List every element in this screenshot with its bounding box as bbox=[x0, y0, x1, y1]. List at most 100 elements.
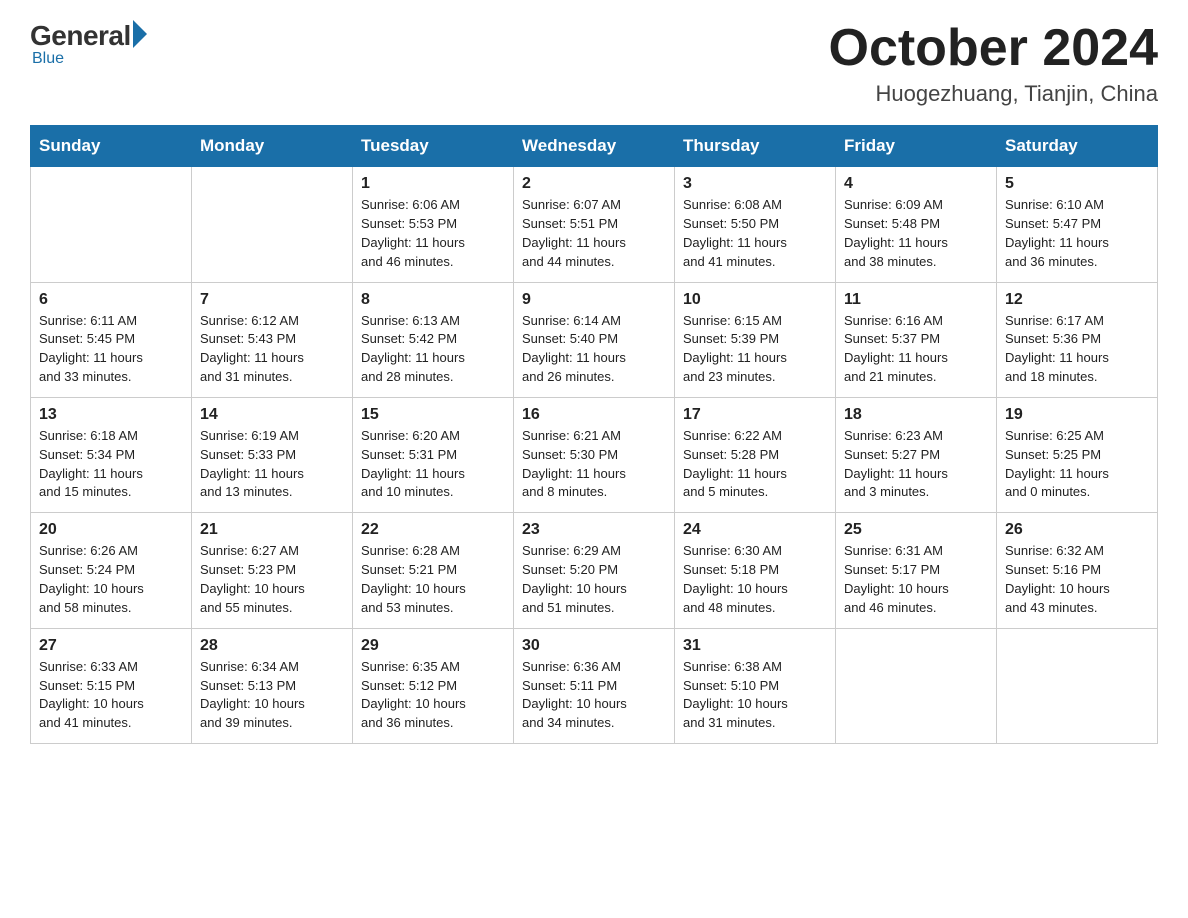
calendar-cell: 19 Sunrise: 6:25 AM Sunset: 5:25 PM Dayli… bbox=[997, 397, 1158, 512]
calendar-cell bbox=[192, 167, 353, 282]
calendar-cell: 12Sunrise: 6:17 AM Sunset: 5:36 PM Dayli… bbox=[997, 282, 1158, 397]
calendar-cell: 25Sunrise: 6:31 AM Sunset: 5:17 PM Dayli… bbox=[836, 513, 997, 628]
logo-general-text: General bbox=[30, 20, 131, 52]
calendar-cell bbox=[31, 167, 192, 282]
day-info: Sunrise: 6:28 AM Sunset: 5:21 PM Dayligh… bbox=[361, 543, 466, 615]
day-info: Sunrise: 6:35 AM Sunset: 5:12 PM Dayligh… bbox=[361, 659, 466, 731]
page-header: General Blue October 2024 Huogezhuang, T… bbox=[30, 20, 1158, 107]
day-number: 20 bbox=[39, 521, 183, 539]
day-info: Sunrise: 6:18 AM Sunset: 5:34 PM Dayligh… bbox=[39, 428, 143, 500]
day-number: 24 bbox=[683, 521, 827, 539]
day-number: 5 bbox=[1005, 175, 1149, 193]
day-number: 27 bbox=[39, 637, 183, 655]
logo: General Blue bbox=[30, 20, 147, 68]
calendar-week-row: 6 Sunrise: 6:11 AM Sunset: 5:45 PM Daylig… bbox=[31, 282, 1158, 397]
day-number: 30 bbox=[522, 637, 666, 655]
calendar-week-row: 20 Sunrise: 6:26 AM Sunset: 5:24 PM Dayli… bbox=[31, 513, 1158, 628]
day-number: 19 bbox=[1005, 406, 1149, 424]
day-info: Sunrise: 6:26 AM Sunset: 5:24 PM Dayligh… bbox=[39, 543, 144, 615]
day-number: 14 bbox=[200, 406, 344, 424]
day-number: 26 bbox=[1005, 521, 1149, 539]
day-info: Sunrise: 6:17 AM Sunset: 5:36 PM Dayligh… bbox=[1005, 313, 1109, 385]
day-info: Sunrise: 6:11 AM Sunset: 5:45 PM Dayligh… bbox=[39, 313, 143, 385]
day-info: Sunrise: 6:22 AM Sunset: 5:28 PM Dayligh… bbox=[683, 428, 787, 500]
header-monday: Monday bbox=[192, 126, 353, 167]
day-info: Sunrise: 6:07 AM Sunset: 5:51 PM Dayligh… bbox=[522, 197, 626, 269]
day-info: Sunrise: 6:12 AM Sunset: 5:43 PM Dayligh… bbox=[200, 313, 304, 385]
header-wednesday: Wednesday bbox=[514, 126, 675, 167]
header-sunday: Sunday bbox=[31, 126, 192, 167]
day-info: Sunrise: 6:15 AM Sunset: 5:39 PM Dayligh… bbox=[683, 313, 787, 385]
calendar-week-row: 27 Sunrise: 6:33 AM Sunset: 5:15 PM Dayli… bbox=[31, 628, 1158, 743]
header-thursday: Thursday bbox=[675, 126, 836, 167]
month-title: October 2024 bbox=[829, 20, 1159, 77]
day-number: 29 bbox=[361, 637, 505, 655]
day-number: 4 bbox=[844, 175, 988, 193]
calendar-cell: 3 Sunrise: 6:08 AM Sunset: 5:50 PM Daylig… bbox=[675, 167, 836, 282]
calendar-cell: 8Sunrise: 6:13 AM Sunset: 5:42 PM Daylig… bbox=[353, 282, 514, 397]
calendar-cell bbox=[836, 628, 997, 743]
calendar-cell: 4Sunrise: 6:09 AM Sunset: 5:48 PM Daylig… bbox=[836, 167, 997, 282]
calendar-header-row: Sunday Monday Tuesday Wednesday Thursday… bbox=[31, 126, 1158, 167]
day-info: Sunrise: 6:16 AM Sunset: 5:37 PM Dayligh… bbox=[844, 313, 948, 385]
calendar-table: Sunday Monday Tuesday Wednesday Thursday… bbox=[30, 125, 1158, 744]
calendar-cell: 31 Sunrise: 6:38 AM Sunset: 5:10 PM Dayli… bbox=[675, 628, 836, 743]
calendar-cell bbox=[997, 628, 1158, 743]
day-number: 7 bbox=[200, 291, 344, 309]
day-number: 3 bbox=[683, 175, 827, 193]
day-number: 13 bbox=[39, 406, 183, 424]
calendar-cell: 7 Sunrise: 6:12 AM Sunset: 5:43 PM Daylig… bbox=[192, 282, 353, 397]
calendar-week-row: 1Sunrise: 6:06 AM Sunset: 5:53 PM Daylig… bbox=[31, 167, 1158, 282]
day-info: Sunrise: 6:21 AM Sunset: 5:30 PM Dayligh… bbox=[522, 428, 626, 500]
day-number: 23 bbox=[522, 521, 666, 539]
day-number: 8 bbox=[361, 291, 505, 309]
day-number: 21 bbox=[200, 521, 344, 539]
calendar-cell: 5Sunrise: 6:10 AM Sunset: 5:47 PM Daylig… bbox=[997, 167, 1158, 282]
day-info: Sunrise: 6:23 AM Sunset: 5:27 PM Dayligh… bbox=[844, 428, 948, 500]
header-friday: Friday bbox=[836, 126, 997, 167]
day-info: Sunrise: 6:06 AM Sunset: 5:53 PM Dayligh… bbox=[361, 197, 465, 269]
day-number: 11 bbox=[844, 291, 988, 309]
day-info: Sunrise: 6:20 AM Sunset: 5:31 PM Dayligh… bbox=[361, 428, 465, 500]
day-info: Sunrise: 6:29 AM Sunset: 5:20 PM Dayligh… bbox=[522, 543, 627, 615]
calendar-cell: 9 Sunrise: 6:14 AM Sunset: 5:40 PM Daylig… bbox=[514, 282, 675, 397]
day-info: Sunrise: 6:25 AM Sunset: 5:25 PM Dayligh… bbox=[1005, 428, 1109, 500]
day-info: Sunrise: 6:08 AM Sunset: 5:50 PM Dayligh… bbox=[683, 197, 787, 269]
day-info: Sunrise: 6:14 AM Sunset: 5:40 PM Dayligh… bbox=[522, 313, 626, 385]
day-info: Sunrise: 6:34 AM Sunset: 5:13 PM Dayligh… bbox=[200, 659, 305, 731]
calendar-cell: 21 Sunrise: 6:27 AM Sunset: 5:23 PM Dayli… bbox=[192, 513, 353, 628]
day-number: 2 bbox=[522, 175, 666, 193]
calendar-cell: 24 Sunrise: 6:30 AM Sunset: 5:18 PM Dayli… bbox=[675, 513, 836, 628]
day-number: 6 bbox=[39, 291, 183, 309]
day-number: 31 bbox=[683, 637, 827, 655]
calendar-cell: 13 Sunrise: 6:18 AM Sunset: 5:34 PM Dayli… bbox=[31, 397, 192, 512]
calendar-cell: 1Sunrise: 6:06 AM Sunset: 5:53 PM Daylig… bbox=[353, 167, 514, 282]
calendar-cell: 6 Sunrise: 6:11 AM Sunset: 5:45 PM Daylig… bbox=[31, 282, 192, 397]
title-area: October 2024 Huogezhuang, Tianjin, China bbox=[829, 20, 1159, 107]
day-info: Sunrise: 6:30 AM Sunset: 5:18 PM Dayligh… bbox=[683, 543, 788, 615]
day-number: 9 bbox=[522, 291, 666, 309]
day-info: Sunrise: 6:31 AM Sunset: 5:17 PM Dayligh… bbox=[844, 543, 949, 615]
calendar-cell: 2 Sunrise: 6:07 AM Sunset: 5:51 PM Daylig… bbox=[514, 167, 675, 282]
logo-blue-text: Blue bbox=[32, 50, 64, 68]
calendar-cell: 26 Sunrise: 6:32 AM Sunset: 5:16 PM Dayli… bbox=[997, 513, 1158, 628]
day-info: Sunrise: 6:33 AM Sunset: 5:15 PM Dayligh… bbox=[39, 659, 144, 731]
calendar-cell: 15Sunrise: 6:20 AM Sunset: 5:31 PM Dayli… bbox=[353, 397, 514, 512]
day-info: Sunrise: 6:32 AM Sunset: 5:16 PM Dayligh… bbox=[1005, 543, 1110, 615]
day-number: 28 bbox=[200, 637, 344, 655]
calendar-cell: 17 Sunrise: 6:22 AM Sunset: 5:28 PM Dayli… bbox=[675, 397, 836, 512]
calendar-cell: 23 Sunrise: 6:29 AM Sunset: 5:20 PM Dayli… bbox=[514, 513, 675, 628]
calendar-cell: 10 Sunrise: 6:15 AM Sunset: 5:39 PM Dayli… bbox=[675, 282, 836, 397]
day-info: Sunrise: 6:38 AM Sunset: 5:10 PM Dayligh… bbox=[683, 659, 788, 731]
calendar-cell: 16 Sunrise: 6:21 AM Sunset: 5:30 PM Dayli… bbox=[514, 397, 675, 512]
day-number: 17 bbox=[683, 406, 827, 424]
day-number: 16 bbox=[522, 406, 666, 424]
calendar-cell: 30Sunrise: 6:36 AM Sunset: 5:11 PM Dayli… bbox=[514, 628, 675, 743]
day-info: Sunrise: 6:27 AM Sunset: 5:23 PM Dayligh… bbox=[200, 543, 305, 615]
calendar-cell: 27 Sunrise: 6:33 AM Sunset: 5:15 PM Dayli… bbox=[31, 628, 192, 743]
calendar-cell: 29 Sunrise: 6:35 AM Sunset: 5:12 PM Dayli… bbox=[353, 628, 514, 743]
logo-triangle-icon bbox=[133, 20, 147, 48]
header-tuesday: Tuesday bbox=[353, 126, 514, 167]
day-number: 10 bbox=[683, 291, 827, 309]
header-saturday: Saturday bbox=[997, 126, 1158, 167]
